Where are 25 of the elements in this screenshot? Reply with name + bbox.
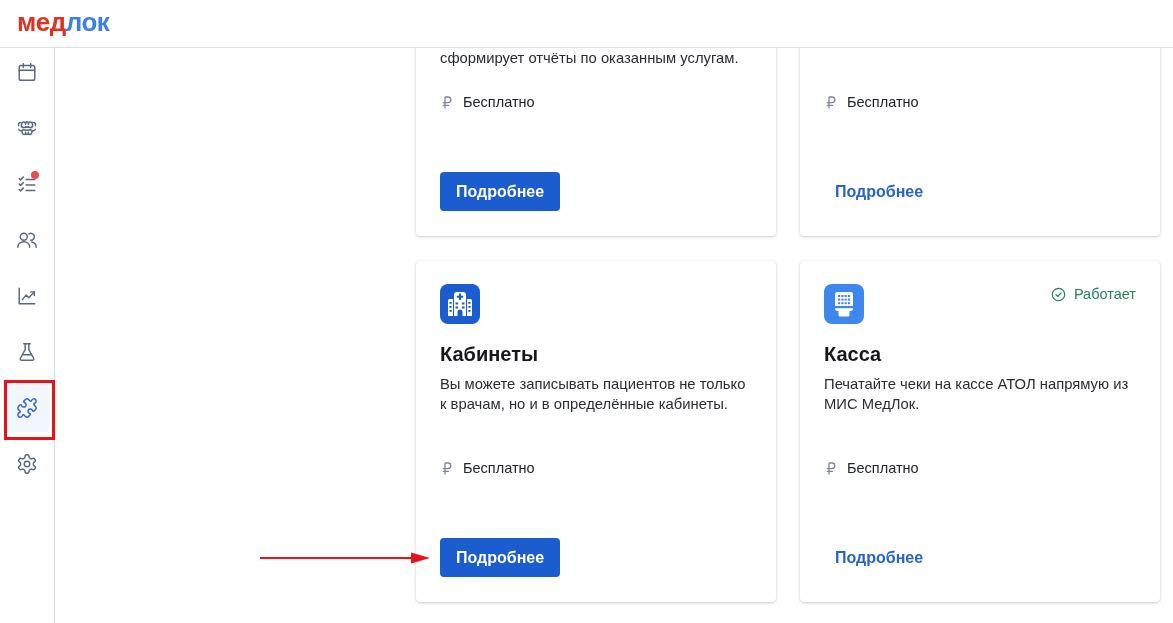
price-label: Бесплатно	[847, 93, 919, 112]
puzzle-icon	[16, 397, 38, 419]
card-title: Касса	[824, 342, 883, 367]
ruble-icon	[442, 95, 452, 109]
price-label: Бесплатно	[463, 93, 535, 112]
details-button[interactable]: Подробнее	[440, 538, 561, 577]
card-description: Вы можете записывать пациентов не только к врачам, но и в определённые кабинеты.	[440, 375, 747, 414]
details-button[interactable]: Подробнее	[824, 538, 935, 577]
card-title: Кабинеты	[440, 342, 540, 367]
ruble-icon	[826, 461, 836, 475]
calendar-icon	[16, 61, 38, 83]
card-description: Печатайте чеки на кассе АТОЛ напрямую из МИС МедЛок.	[824, 375, 1130, 414]
card-description: сформирует отчёты по оказанным услугам.	[440, 49, 740, 68]
price-label: Бесплатно	[847, 459, 919, 478]
checklist-icon	[16, 173, 38, 195]
price-label: Бесплатно	[463, 459, 535, 478]
details-button[interactable]: Подробнее	[824, 172, 935, 211]
status-label: Работает	[1073, 285, 1136, 304]
details-button[interactable]: Подробнее	[440, 172, 561, 211]
logo: медлок	[17, 6, 110, 37]
chart-icon	[16, 285, 38, 307]
settings-icon	[16, 453, 38, 475]
ruble-icon	[442, 461, 452, 475]
check-circle-icon	[1050, 286, 1066, 302]
ruble-icon	[826, 95, 836, 109]
